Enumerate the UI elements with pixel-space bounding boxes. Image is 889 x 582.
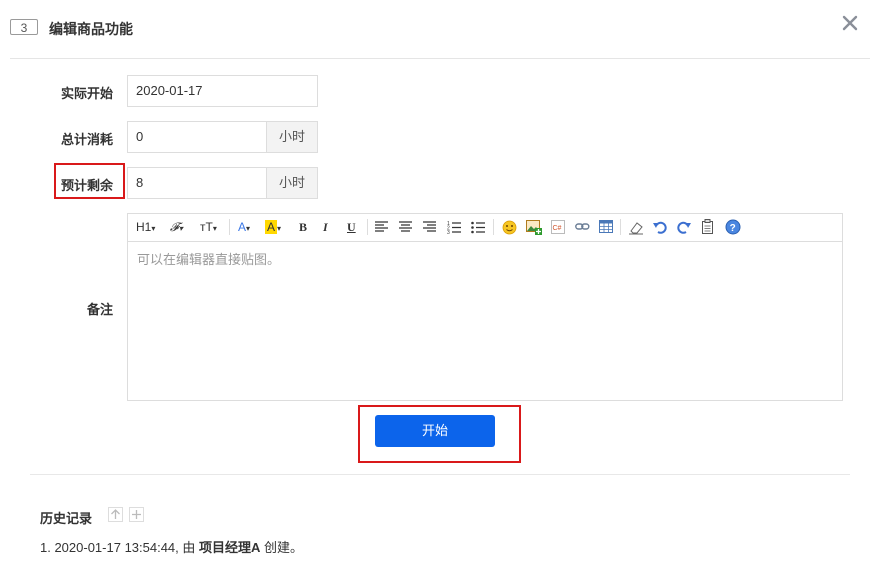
remark-label: 备注	[86, 302, 113, 317]
estimated-left-unit: 小时	[267, 167, 318, 199]
align-center-icon[interactable]	[399, 221, 412, 233]
collapse-history-button[interactable]	[108, 507, 123, 522]
image-icon[interactable]	[526, 220, 542, 235]
link-icon[interactable]	[575, 222, 590, 232]
section-divider	[30, 474, 850, 475]
history-title: 历史记录	[40, 511, 93, 526]
unordered-list-icon[interactable]	[471, 220, 485, 234]
actual-start-input[interactable]: 2020-01-17	[127, 75, 318, 107]
dialog-header: 3 编辑商品功能	[0, 0, 889, 58]
italic-button[interactable]: I	[323, 218, 328, 236]
heading-button[interactable]: H1▾	[136, 218, 155, 236]
editor-placeholder: 可以在编辑器直接贴图。	[137, 252, 281, 267]
expand-history-button[interactable]	[129, 507, 144, 522]
font-family-button[interactable]: 𝓕▾	[170, 218, 183, 236]
close-icon[interactable]	[840, 13, 860, 33]
underline-button[interactable]: U	[347, 218, 356, 236]
editor-toolbar: H1▾ 𝓕▾ тT▾ A▾ A ▾ B I U 123 C# ?	[128, 214, 842, 242]
history-item: 1. 2020-01-17 13:54:44, 由 项目经理A 创建。	[40, 537, 303, 556]
emoji-icon[interactable]	[502, 220, 517, 235]
rich-text-editor[interactable]: H1▾ 𝓕▾ тT▾ A▾ A ▾ B I U 123 C# ? 可以在编辑器直接…	[127, 213, 843, 401]
undo-icon[interactable]	[653, 220, 667, 234]
estimated-left-input[interactable]: 8	[127, 167, 267, 199]
history-item-suffix: 创建。	[260, 540, 304, 555]
plus-icon	[132, 510, 141, 519]
table-icon[interactable]	[599, 220, 614, 234]
toolbar-separator	[620, 219, 621, 235]
arrow-up-icon	[111, 509, 120, 519]
header-divider	[10, 58, 870, 59]
total-consumed-unit: 小时	[267, 121, 318, 153]
start-button[interactable]: 开始	[375, 415, 495, 447]
background-color-button[interactable]: A ▾	[265, 218, 281, 236]
toolbar-separator	[229, 219, 230, 235]
svg-text:?: ?	[730, 223, 736, 234]
history-item-text: 1. 2020-01-17 13:54:44, 由	[40, 540, 200, 555]
align-right-icon[interactable]	[423, 221, 436, 233]
help-icon[interactable]: ?	[725, 219, 741, 235]
code-icon[interactable]: C#	[551, 220, 566, 235]
toolbar-separator	[493, 219, 494, 235]
total-consumed-input[interactable]: 0	[127, 121, 267, 153]
eraser-icon[interactable]	[628, 220, 644, 235]
font-size-button[interactable]: тT▾	[200, 218, 217, 236]
total-consumed-label: 总计消耗	[60, 132, 113, 147]
dialog-title: 编辑商品功能	[49, 21, 133, 37]
bold-button[interactable]: B	[299, 218, 307, 236]
align-left-icon[interactable]	[375, 221, 388, 233]
paste-icon[interactable]	[701, 219, 715, 235]
actual-start-label: 实际开始	[60, 86, 113, 101]
task-id-badge: 3	[10, 19, 38, 35]
estimated-left-label: 预计剩余	[60, 178, 113, 193]
history-item-actor: 项目经理A	[199, 540, 261, 555]
redo-icon[interactable]	[677, 220, 691, 234]
svg-text:C#: C#	[553, 225, 562, 232]
font-color-button[interactable]: A▾	[238, 218, 250, 236]
ordered-list-icon[interactable]: 123	[447, 220, 461, 234]
svg-text:3: 3	[447, 230, 450, 234]
toolbar-separator	[367, 219, 368, 235]
